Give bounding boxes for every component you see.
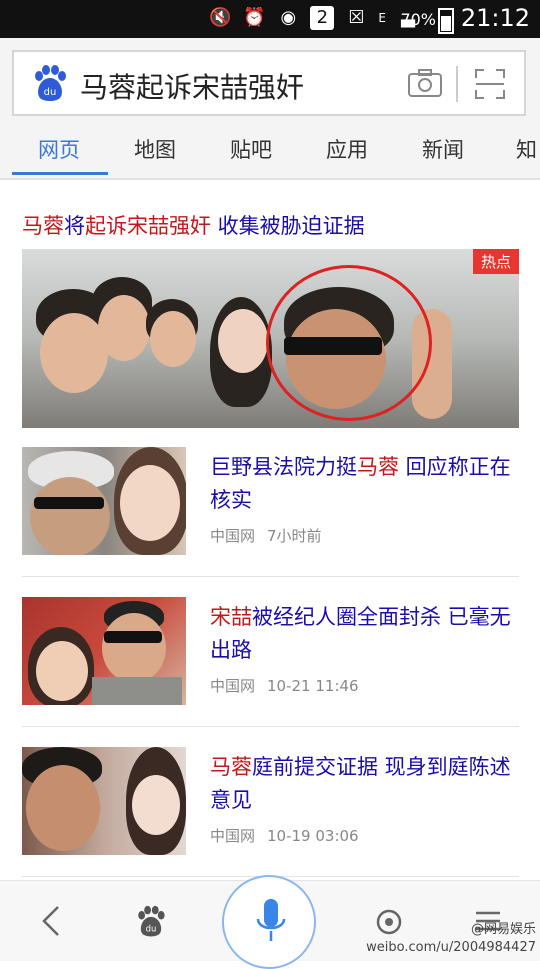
status-bar: 🔇 ⏰ ◉ 2 ☒ E ▃ 70% 21:12 bbox=[0, 0, 540, 38]
tab-zhidao[interactable]: 知 bbox=[516, 134, 537, 164]
news-thumbnail bbox=[22, 747, 186, 855]
alarm-icon: ⏰ bbox=[243, 7, 266, 28]
battery-icon bbox=[438, 8, 454, 34]
headline-text: 将 bbox=[64, 214, 85, 238]
photo-figure bbox=[132, 775, 180, 835]
news-title[interactable]: 巨野县法院力挺马蓉 回应称正在核实 bbox=[210, 451, 520, 517]
baidu-home-icon[interactable]: du bbox=[134, 905, 168, 939]
news-title-text: 巨野县法院力挺 bbox=[210, 455, 357, 479]
news-item[interactable]: 巨野县法院力挺马蓉 回应称正在核实 中国网 7小时前 bbox=[22, 447, 519, 557]
mute-icon: 🔇 bbox=[209, 7, 232, 28]
news-meta: 中国网 7小时前 bbox=[210, 525, 322, 546]
highlight-circle bbox=[266, 265, 432, 421]
news-time: 7小时前 bbox=[267, 527, 322, 545]
search-query[interactable]: 马蓉起诉宋喆强奸 bbox=[80, 66, 304, 106]
network-type: E bbox=[378, 11, 386, 25]
photo-figure bbox=[92, 677, 182, 705]
photo-figure bbox=[120, 465, 180, 541]
news-meta: 中国网 10-21 11:46 bbox=[210, 675, 359, 696]
news-source: 中国网 bbox=[210, 827, 256, 845]
scan-icon[interactable] bbox=[474, 68, 506, 100]
watermark-url: weibo.com/u/2004984427 bbox=[366, 940, 536, 955]
tab-bar: 网页 地图 贴吧 应用 新闻 知 bbox=[0, 128, 540, 178]
no-sim-icon: ☒ bbox=[348, 7, 365, 28]
tab-news[interactable]: 新闻 bbox=[422, 134, 464, 164]
tab-web[interactable]: 网页 bbox=[38, 134, 80, 164]
sim-badge: 2 bbox=[310, 6, 335, 30]
baidu-paw-icon: du bbox=[35, 65, 66, 101]
clock: 21:12 bbox=[460, 4, 530, 32]
news-thumbnail bbox=[22, 447, 186, 555]
news-time: 10-19 03:06 bbox=[267, 827, 359, 845]
hot-badge: 热点 bbox=[472, 249, 519, 274]
back-icon[interactable] bbox=[38, 905, 64, 937]
news-title-text: 庭前提交证据 现身到庭陈述意见 bbox=[210, 755, 511, 812]
photo-figure bbox=[34, 497, 104, 509]
news-title[interactable]: 马蓉庭前提交证据 现身到庭陈述意见 bbox=[210, 751, 520, 817]
active-tab-indicator bbox=[12, 172, 108, 175]
tab-map[interactable]: 地图 bbox=[134, 134, 176, 164]
watermark-account: @网易娱乐 bbox=[470, 922, 536, 937]
headline-highlight: 马蓉 bbox=[22, 214, 64, 238]
search-box[interactable]: du 马蓉起诉宋喆强奸 bbox=[12, 50, 526, 116]
status-icons: 🔇 ⏰ ◉ 2 ☒ E ▃ bbox=[208, 6, 420, 30]
voice-search-button[interactable] bbox=[222, 875, 316, 969]
photo-figure bbox=[26, 765, 100, 851]
microphone-icon bbox=[256, 899, 286, 941]
baidu-logo-text: du bbox=[44, 87, 57, 98]
photo-figure bbox=[36, 641, 88, 701]
camera-icon[interactable] bbox=[408, 68, 442, 98]
photo-figure bbox=[102, 613, 166, 683]
tab-tieba[interactable]: 贴吧 bbox=[230, 134, 272, 164]
news-title-text: 被经纪人圈全面封杀 已毫无出路 bbox=[210, 605, 511, 662]
divider bbox=[456, 66, 458, 102]
featured-photo[interactable]: 热点 bbox=[22, 249, 519, 428]
tab-apps[interactable]: 应用 bbox=[326, 134, 368, 164]
wifi-icon: ◉ bbox=[280, 7, 297, 28]
news-source: 中国网 bbox=[210, 677, 256, 695]
battery-percent: 70% bbox=[400, 10, 436, 29]
news-time: 10-21 11:46 bbox=[267, 677, 359, 695]
search-header: du 马蓉起诉宋喆强奸 网页 地图 贴吧 应用 新闻 知 bbox=[0, 38, 540, 180]
news-meta: 中国网 10-19 03:06 bbox=[210, 825, 359, 846]
row-divider bbox=[22, 726, 519, 727]
results-list: 马蓉将起诉宋喆强奸 收集被胁迫证据 热点 巨野县法院力挺马蓉 回应称正在核实 中… bbox=[0, 180, 540, 880]
watermark: @网易娱乐 weibo.com/u/2004984427 bbox=[366, 921, 536, 957]
headline-highlight: 起诉宋喆强奸 bbox=[85, 214, 211, 238]
news-item[interactable]: 马蓉庭前提交证据 现身到庭陈述意见 中国网 10-19 03:06 bbox=[22, 747, 519, 857]
row-divider bbox=[22, 576, 519, 577]
photo-figure bbox=[104, 631, 162, 643]
news-title-highlight: 宋喆 bbox=[210, 605, 252, 629]
photo-figure bbox=[218, 309, 268, 373]
home-logo-text: du bbox=[146, 924, 157, 934]
photo-figure bbox=[30, 477, 110, 555]
news-title[interactable]: 宋喆被经纪人圈全面封杀 已毫无出路 bbox=[210, 601, 520, 667]
news-title-highlight: 马蓉 bbox=[357, 455, 399, 479]
news-title-highlight: 马蓉 bbox=[210, 755, 252, 779]
featured-headline[interactable]: 马蓉将起诉宋喆强奸 收集被胁迫证据 bbox=[22, 210, 365, 240]
photo-figure bbox=[150, 311, 196, 367]
photo-figure bbox=[98, 295, 150, 361]
news-thumbnail bbox=[22, 597, 186, 705]
headline-text: 收集被胁迫证据 bbox=[211, 214, 365, 238]
news-item[interactable]: 宋喆被经纪人圈全面封杀 已毫无出路 中国网 10-21 11:46 bbox=[22, 597, 519, 707]
bottom-nav: du @网易娱乐 weibo.com/u/2004984427 bbox=[0, 875, 540, 969]
news-source: 中国网 bbox=[210, 527, 256, 545]
